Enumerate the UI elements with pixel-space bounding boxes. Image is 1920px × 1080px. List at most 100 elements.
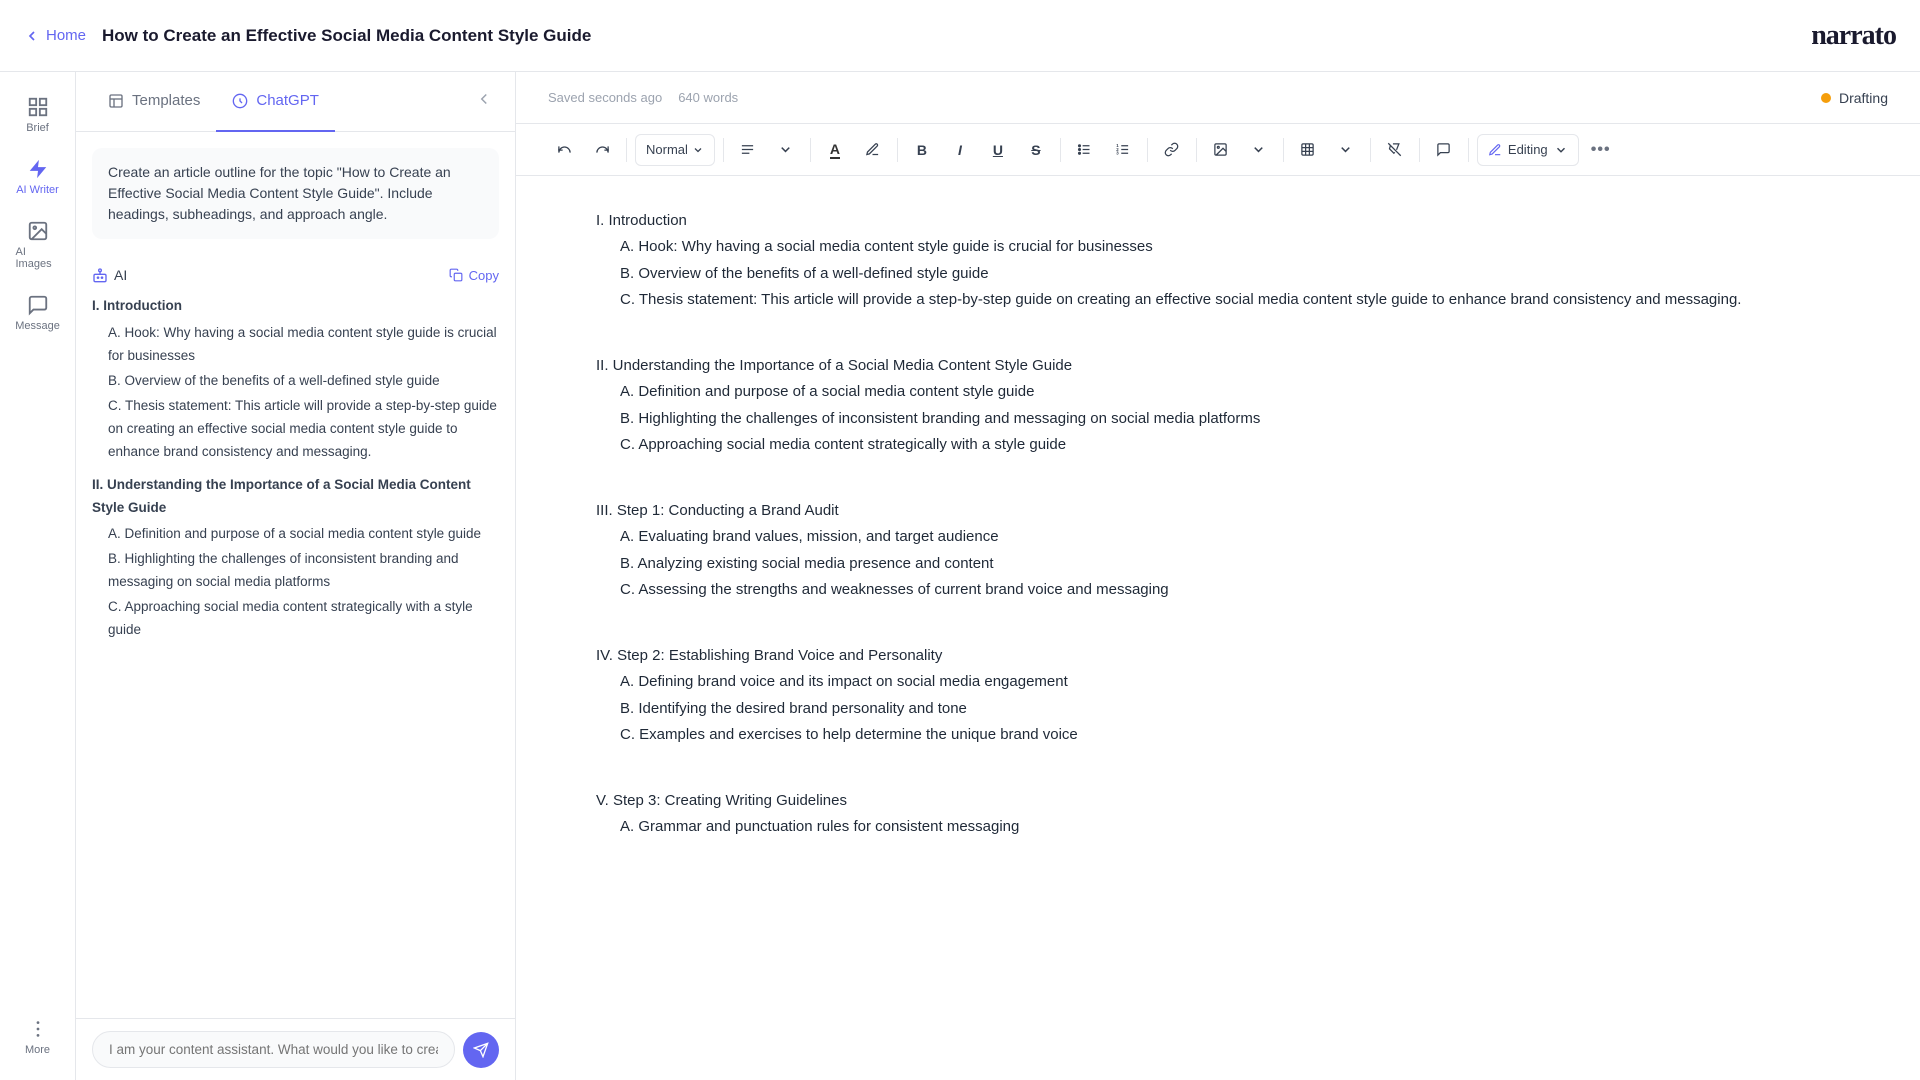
saved-status: Saved seconds ago (548, 90, 662, 105)
outline-item: III. Step 1: Conducting a Brand Audit (596, 498, 1840, 524)
ai-writer-label: AI Writer (16, 184, 59, 196)
brief-label: Brief (26, 122, 49, 134)
ai-header: AI Copy (92, 267, 499, 283)
robot-icon (92, 267, 108, 283)
editor-content[interactable]: I. Introduction A. Hook: Why having a so… (516, 176, 1920, 1080)
redo-button[interactable] (586, 134, 618, 166)
divider-8 (1283, 138, 1284, 162)
ai-images-label: AI Images (16, 246, 60, 270)
underline-button[interactable]: U (982, 134, 1014, 166)
undo-button[interactable] (548, 134, 580, 166)
outline-item: B. Highlighting the challenges of incons… (596, 406, 1840, 432)
list-item: C. Approaching social media content stra… (92, 596, 499, 642)
more-dots-icon (27, 1018, 49, 1040)
table-icon (1300, 142, 1315, 157)
divider-10 (1419, 138, 1420, 162)
numbered-list-icon: 123 (1115, 142, 1130, 157)
chatgpt-tab-label: ChatGPT (256, 92, 319, 109)
strike-icon: S (1031, 142, 1040, 158)
panel: Templates ChatGPT Create an article outl… (76, 72, 516, 1080)
page-title: How to Create an Effective Social Media … (102, 26, 591, 46)
main-layout: Brief AI Writer AI Images Message M (0, 72, 1920, 1080)
align-dropdown-button[interactable] (770, 134, 802, 166)
panel-collapse-button[interactable] (469, 84, 499, 119)
templates-icon (108, 93, 124, 109)
sidebar-item-ai-writer[interactable]: AI Writer (4, 150, 72, 204)
sidebar-item-ai-images[interactable]: AI Images (4, 212, 72, 278)
ai-content: I. Introduction A. Hook: Why having a so… (92, 295, 499, 642)
outline-item: IV. Step 2: Establishing Brand Voice and… (596, 643, 1840, 669)
sidebar-item-message[interactable]: Message (4, 286, 72, 340)
send-button[interactable] (463, 1032, 499, 1068)
link-icon (1164, 142, 1179, 157)
spacer (596, 748, 1840, 764)
list-item: A. Hook: Why having a social media conte… (92, 322, 499, 368)
chevron-down-icon-4 (1338, 142, 1353, 157)
table-dropdown-button[interactable] (1330, 134, 1362, 166)
tab-chatgpt[interactable]: ChatGPT (216, 72, 335, 132)
image-toolbar-icon (1213, 142, 1228, 157)
copy-button[interactable]: Copy (449, 268, 499, 283)
sidebar-item-more[interactable]: More (4, 1010, 72, 1064)
italic-button[interactable]: I (944, 134, 976, 166)
lightning-icon (27, 158, 49, 180)
image-button[interactable] (1205, 134, 1237, 166)
numbered-list-button[interactable]: 123 (1107, 134, 1139, 166)
chevron-left-icon (24, 28, 40, 44)
editing-dropdown[interactable]: Editing (1477, 134, 1579, 166)
pencil-icon (1488, 143, 1502, 157)
outline-item: A. Definition and purpose of a social me… (596, 379, 1840, 405)
list-item: C. Thesis statement: This article will p… (92, 395, 499, 464)
meta-left: Saved seconds ago 640 words (548, 90, 738, 105)
divider-11 (1468, 138, 1469, 162)
chevron-down-icon (692, 144, 704, 156)
comment-button[interactable] (1428, 134, 1460, 166)
format-clear-button[interactable] (1379, 134, 1411, 166)
list-item: A. Definition and purpose of a social me… (92, 523, 499, 546)
templates-tab-label: Templates (132, 92, 200, 109)
spacer (596, 458, 1840, 474)
underline-icon: U (993, 142, 1003, 158)
align-button[interactable] (732, 134, 764, 166)
list-item: I. Introduction (92, 295, 499, 318)
home-label: Home (46, 27, 86, 44)
outline-item: V. Step 3: Creating Writing Guidelines (596, 788, 1840, 814)
redo-icon (595, 142, 610, 157)
ai-text-label: AI (114, 267, 127, 283)
copy-icon (449, 268, 463, 282)
outline-item: A. Grammar and punctuation rules for con… (596, 814, 1840, 840)
highlight-icon (865, 142, 880, 157)
sidebar-item-brief[interactable]: Brief (4, 88, 72, 142)
copy-label: Copy (469, 268, 499, 283)
chat-input[interactable] (92, 1031, 455, 1068)
divider-3 (810, 138, 811, 162)
more-label: More (25, 1044, 50, 1056)
tab-templates[interactable]: Templates (92, 72, 216, 132)
panel-tabs: Templates ChatGPT (76, 72, 515, 132)
outline-item: B. Overview of the benefits of a well-de… (596, 261, 1840, 287)
image-dropdown-button[interactable] (1243, 134, 1275, 166)
outline-item: C. Thesis statement: This article will p… (596, 287, 1840, 313)
style-select[interactable]: Normal (635, 134, 715, 166)
italic-icon: I (958, 142, 962, 158)
divider-6 (1147, 138, 1148, 162)
bold-button[interactable]: B (906, 134, 938, 166)
link-button[interactable] (1156, 134, 1188, 166)
toolbar: Normal A B I (516, 124, 1920, 176)
outline-item: C. Approaching social media content stra… (596, 432, 1840, 458)
image-icon (27, 220, 49, 242)
chevron-down-icon-2 (778, 142, 793, 157)
bullet-list-button[interactable] (1069, 134, 1101, 166)
status-dot (1821, 93, 1831, 103)
text-color-button[interactable]: A (819, 134, 851, 166)
editing-label: Editing (1508, 142, 1548, 157)
highlight-button[interactable] (857, 134, 889, 166)
top-bar-left: Home How to Create an Effective Social M… (24, 26, 591, 46)
home-link[interactable]: Home (24, 27, 86, 44)
svg-text:3: 3 (1117, 151, 1120, 156)
table-button[interactable] (1292, 134, 1324, 166)
editor-meta: Saved seconds ago 640 words Drafting (516, 72, 1920, 124)
strikethrough-button[interactable]: S (1020, 134, 1052, 166)
more-options-button[interactable]: ••• (1585, 134, 1617, 166)
ai-label-container: AI (92, 267, 127, 283)
